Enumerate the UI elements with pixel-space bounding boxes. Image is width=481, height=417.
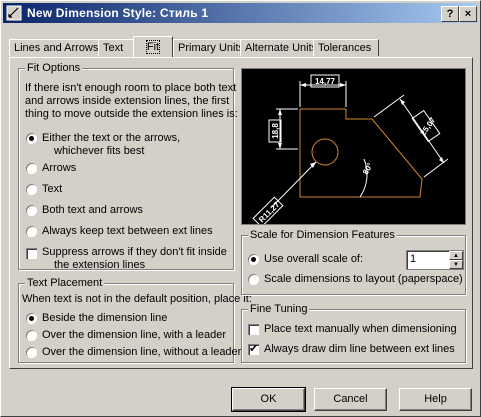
dim-label-angle: 80° bbox=[361, 161, 375, 176]
place-text-manually-checkbox[interactable] bbox=[248, 324, 259, 335]
radio-either-text-or-arrows[interactable] bbox=[26, 133, 37, 144]
tab-alternate-units[interactable]: Alternate Units bbox=[240, 39, 323, 56]
tab-fit[interactable]: Fit bbox=[133, 36, 173, 57]
text-placement-description: When text is not in the default position… bbox=[22, 293, 252, 305]
preview-drawing: 14,77 18,8 25,07 R11,27 80° bbox=[252, 74, 449, 228]
fit-options-legend: Fit Options bbox=[25, 62, 83, 74]
close-button[interactable]: × bbox=[459, 6, 477, 22]
suppress-arrows-checkbox[interactable] bbox=[26, 248, 37, 259]
tab-tolerances[interactable]: Tolerances bbox=[313, 39, 379, 56]
tab-text[interactable]: Text bbox=[98, 39, 134, 56]
dimension-style-icon bbox=[6, 5, 22, 21]
radio-over-without-leader[interactable] bbox=[26, 347, 37, 358]
radio-both-text-and-arrows[interactable] bbox=[26, 205, 37, 216]
fit-description-line-2: and arrows inside extension lines, the f… bbox=[25, 95, 230, 107]
over-with-leader-label[interactable]: Over the dimension line, with a leader bbox=[42, 329, 226, 341]
suppress-arrows-label-line-2: the extension lines bbox=[54, 259, 146, 271]
fit-tab-panel: Fit Options If there isn't enough room t… bbox=[9, 57, 473, 369]
window-title: New Dimension Style: Стиль 1 bbox=[27, 6, 209, 20]
use-overall-scale-label[interactable]: Use overall scale of: bbox=[264, 253, 363, 265]
beside-label[interactable]: Beside the dimension line bbox=[42, 312, 167, 324]
either-label[interactable]: Either the text or the arrows, bbox=[42, 132, 180, 144]
suppress-arrows-label[interactable]: Suppress arrows if they don't fit inside bbox=[42, 246, 227, 258]
preview-geometry bbox=[299, 108, 423, 198]
spinner-buttons: ▲ ▼ bbox=[449, 251, 463, 269]
help-button[interactable]: Help bbox=[399, 388, 472, 411]
help-title-button[interactable]: ? bbox=[441, 6, 459, 22]
preview-arrowheads bbox=[278, 83, 444, 168]
radio-scale-to-layout[interactable] bbox=[248, 274, 259, 285]
place-text-manually-label[interactable]: Place text manually when dimensioning bbox=[264, 323, 457, 335]
both-label[interactable]: Both text and arrows bbox=[42, 204, 143, 216]
ok-button[interactable]: OK bbox=[231, 387, 306, 412]
overall-scale-value[interactable]: 1 bbox=[410, 253, 416, 265]
always-draw-dim-line-checkbox[interactable] bbox=[248, 342, 259, 355]
fit-description-line-1: If there isn't enough room to place both… bbox=[25, 82, 237, 94]
spin-up-icon[interactable]: ▲ bbox=[449, 251, 463, 260]
cancel-button[interactable]: Cancel bbox=[314, 388, 387, 411]
radio-always-keep-text[interactable] bbox=[26, 226, 37, 237]
fit-description-line-3: thing to move outside the extension line… bbox=[25, 108, 238, 120]
scale-group: Scale for Dimension Features Use overall… bbox=[241, 229, 466, 295]
dim-label-vertical: 18,8 bbox=[271, 123, 280, 139]
text-placement-legend: Text Placement bbox=[25, 277, 105, 289]
dim-label-horizontal: 14,77 bbox=[315, 77, 336, 86]
radio-arrows[interactable] bbox=[26, 163, 37, 174]
overall-scale-spinner[interactable]: 1 ▲ ▼ bbox=[406, 250, 464, 270]
text-placement-group: Text Placement When text is not in the d… bbox=[18, 277, 252, 363]
scale-to-layout-label[interactable]: Scale dimensions to layout (paperspace) bbox=[264, 273, 463, 285]
title-bar[interactable]: New Dimension Style: Стиль 1 ? × bbox=[3, 3, 478, 23]
arrows-label[interactable]: Arrows bbox=[42, 162, 76, 174]
dimension-preview: 14,77 18,8 25,07 R11,27 80° bbox=[241, 68, 466, 228]
radio-text[interactable] bbox=[26, 184, 37, 195]
spin-down-icon[interactable]: ▼ bbox=[449, 260, 463, 269]
always-keep-label[interactable]: Always keep text between ext lines bbox=[42, 225, 213, 237]
radio-beside-dimension-line[interactable] bbox=[26, 313, 37, 324]
radio-over-with-leader[interactable] bbox=[26, 330, 37, 341]
radio-use-overall-scale[interactable] bbox=[248, 254, 259, 265]
over-without-leader-label[interactable]: Over the dimension line, without a leade… bbox=[42, 346, 241, 358]
fit-options-group: Fit Options If there isn't enough room t… bbox=[18, 62, 238, 271]
scale-legend: Scale for Dimension Features bbox=[248, 229, 397, 241]
dim-label-radius: R11,27 bbox=[257, 200, 282, 224]
fine-tuning-group: Fine Tuning Place text manually when dim… bbox=[241, 303, 466, 363]
fine-tuning-legend: Fine Tuning bbox=[248, 303, 310, 315]
tab-lines-and-arrows[interactable]: Lines and Arrows bbox=[9, 39, 99, 56]
either-label-line-2: whichever fits best bbox=[54, 145, 145, 157]
always-draw-dim-line-label[interactable]: Always draw dim line between ext lines bbox=[264, 343, 455, 355]
preview-dimension-lines bbox=[271, 81, 449, 208]
dialog-window: New Dimension Style: Стиль 1 ? × Lines a… bbox=[0, 0, 481, 417]
text-label[interactable]: Text bbox=[42, 183, 62, 195]
